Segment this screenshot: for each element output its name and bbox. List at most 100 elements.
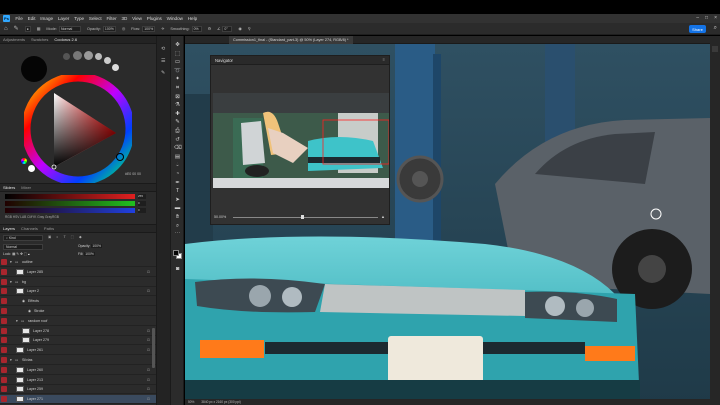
menu-plugins[interactable]: Plugins bbox=[144, 16, 164, 21]
preset-dot[interactable] bbox=[73, 51, 82, 60]
tab-channels[interactable]: Channels bbox=[21, 226, 38, 231]
quick-mask-icon[interactable]: ◙ bbox=[174, 266, 181, 273]
layer-lock-icon[interactable]: ⊡ bbox=[147, 346, 150, 354]
chevron-down-icon[interactable]: ▾ bbox=[16, 317, 18, 325]
red-slider[interactable] bbox=[5, 194, 135, 199]
close-icon[interactable]: × bbox=[714, 15, 717, 21]
visibility-eye-icon[interactable] bbox=[1, 288, 7, 295]
type-tool-icon[interactable]: T bbox=[174, 188, 181, 195]
layer-row[interactable]: Layer 261 ⊡ bbox=[0, 346, 156, 356]
healing-brush-tool-icon[interactable]: ✚ bbox=[174, 111, 181, 118]
layers-scrollbar[interactable] bbox=[152, 328, 155, 368]
menu-file[interactable]: File bbox=[13, 16, 25, 21]
smoothing-settings-icon[interactable]: ⚙ bbox=[208, 26, 211, 31]
preset-dot[interactable] bbox=[84, 51, 93, 60]
opacity-input[interactable]: 100% bbox=[102, 25, 116, 32]
blend-mode-select[interactable]: Normal bbox=[3, 244, 43, 250]
preset-dot[interactable] bbox=[63, 53, 70, 60]
dodge-tool-icon[interactable]: ◔ bbox=[174, 171, 181, 178]
visibility-eye-icon[interactable] bbox=[1, 317, 7, 324]
layer-row[interactable]: Layer 259 ⊡ bbox=[0, 385, 156, 395]
history-icon[interactable]: ⟲ bbox=[161, 46, 165, 52]
menu-3d[interactable]: 3D bbox=[119, 16, 130, 21]
flow-input[interactable]: 100% bbox=[142, 25, 156, 32]
history-brush-tool-icon[interactable]: ↺ bbox=[174, 137, 181, 144]
brush-settings-icon[interactable]: ▦ bbox=[37, 26, 41, 31]
fill-input[interactable]: 100% bbox=[84, 252, 95, 256]
visibility-eye-icon[interactable] bbox=[1, 366, 7, 373]
artboard-tool-icon[interactable]: ⬚ bbox=[174, 51, 181, 58]
menu-image[interactable]: Image bbox=[38, 16, 56, 21]
tab-adjustments[interactable]: Adjustments bbox=[3, 37, 25, 42]
brush-tool-icon[interactable]: ✎ bbox=[14, 25, 19, 32]
zoom-tool-icon[interactable]: ⌕ bbox=[174, 223, 181, 230]
hand-tool-icon[interactable]: ✋︎ bbox=[174, 214, 181, 221]
layer-lock-icon[interactable]: ⊡ bbox=[147, 336, 150, 344]
visibility-eye-icon[interactable] bbox=[1, 337, 7, 344]
visibility-eye-icon[interactable] bbox=[1, 347, 7, 354]
layer-row[interactable]: ▾ ▭ bg bbox=[0, 278, 156, 287]
layer-lock-icon[interactable]: ⊡ bbox=[147, 327, 150, 335]
blue-value[interactable]: 0 bbox=[138, 208, 146, 213]
menu-layer[interactable]: Layer bbox=[55, 16, 71, 21]
visibility-eye-icon[interactable] bbox=[1, 268, 7, 275]
blur-tool-icon[interactable]: 💧︎ bbox=[174, 162, 181, 169]
layer-row[interactable]: Layer 278 ⊡ bbox=[0, 327, 156, 336]
layer-row[interactable]: Layer 271 ⊡ bbox=[0, 395, 156, 405]
eraser-tool-icon[interactable]: ⌫ bbox=[174, 145, 182, 152]
eyedropper-tool-icon[interactable]: ⚗ bbox=[174, 102, 181, 109]
layer-row[interactable]: ▾ ▭ Silvias bbox=[0, 356, 156, 365]
menu-filter[interactable]: Filter bbox=[104, 16, 119, 21]
tab-layers[interactable]: Layers bbox=[3, 226, 15, 231]
pressure-size-icon[interactable]: ◉ bbox=[238, 26, 241, 31]
green-value[interactable]: 0 bbox=[138, 201, 146, 206]
chevron-down-icon[interactable]: ▾ bbox=[10, 356, 12, 364]
airbrush-icon[interactable]: ✈ bbox=[161, 26, 164, 31]
angle-input[interactable]: 0° bbox=[222, 25, 233, 32]
foreground-color-swatch[interactable] bbox=[173, 250, 179, 256]
visibility-eye-icon[interactable] bbox=[1, 386, 7, 393]
lasso-tool-icon[interactable]: ➰ bbox=[174, 68, 181, 75]
layer-lock-icon[interactable]: ⊡ bbox=[147, 385, 150, 393]
tab-swatches[interactable]: Swatches bbox=[31, 37, 48, 42]
share-button[interactable]: Share bbox=[689, 25, 706, 33]
visibility-eye-icon[interactable] bbox=[1, 327, 7, 334]
preset-dot[interactable] bbox=[112, 64, 119, 71]
layer-row[interactable]: ▾ ▭ outline bbox=[0, 258, 156, 267]
navigator-zoom[interactable]: 50.00% bbox=[214, 215, 226, 219]
visibility-eye-icon[interactable] bbox=[1, 357, 7, 363]
lock-icons[interactable]: ▦ ✎ ✥ ⬚ 🔒︎ bbox=[12, 252, 30, 256]
tab-paths[interactable]: Paths bbox=[44, 226, 54, 231]
symmetry-icon[interactable]: ⚲ bbox=[248, 26, 251, 31]
layer-row[interactable]: Layer 2 ⊡ bbox=[0, 287, 156, 297]
panel-collapse-icon[interactable] bbox=[712, 46, 718, 52]
layer-row[interactable]: ◉ Effects bbox=[0, 297, 156, 307]
menu-type[interactable]: Type bbox=[72, 16, 87, 21]
more-tools-icon[interactable]: ⋯ bbox=[174, 231, 181, 238]
tab-sliders[interactable]: Sliders bbox=[3, 185, 15, 190]
layer-filter-select[interactable]: ⌕ Kind bbox=[3, 235, 43, 241]
menu-help[interactable]: Help bbox=[185, 16, 199, 21]
layer-row[interactable]: Layer 285 ⊡ bbox=[0, 268, 156, 277]
layer-lock-icon[interactable]: ⊡ bbox=[147, 268, 150, 276]
layer-row[interactable]: ◉ Stroke bbox=[0, 307, 156, 316]
tab-mixer[interactable]: Mixer bbox=[21, 185, 31, 190]
visibility-eye-icon[interactable] bbox=[1, 278, 7, 285]
shape-tool-icon[interactable]: ▬ bbox=[174, 205, 181, 212]
menu-edit[interactable]: Edit bbox=[25, 16, 38, 21]
color-wheel[interactable] bbox=[24, 75, 132, 183]
status-zoom[interactable]: 50% bbox=[188, 400, 194, 404]
path-select-tool-icon[interactable]: ➤ bbox=[174, 197, 181, 204]
layer-filter-icons[interactable]: ▣ ◐ T ⬚ ◆ bbox=[48, 235, 84, 239]
green-slider[interactable] bbox=[5, 201, 135, 206]
frame-tool-icon[interactable]: ⊠ bbox=[174, 94, 181, 101]
pressure-opacity-icon[interactable]: ◎ bbox=[122, 26, 125, 31]
menu-window[interactable]: Window bbox=[164, 16, 185, 21]
layer-row[interactable]: Layer 279 ⊡ bbox=[0, 336, 156, 346]
visibility-eye-icon[interactable] bbox=[1, 376, 7, 383]
pen-tool-icon[interactable]: ✒ bbox=[174, 180, 181, 187]
layer-opacity-input[interactable]: 100% bbox=[91, 244, 103, 248]
layer-lock-icon[interactable]: ⊡ bbox=[147, 395, 150, 403]
blue-slider[interactable] bbox=[5, 208, 135, 213]
document-tab[interactable]: Commission1_final - (Standard_part-3) @ … bbox=[229, 36, 353, 44]
